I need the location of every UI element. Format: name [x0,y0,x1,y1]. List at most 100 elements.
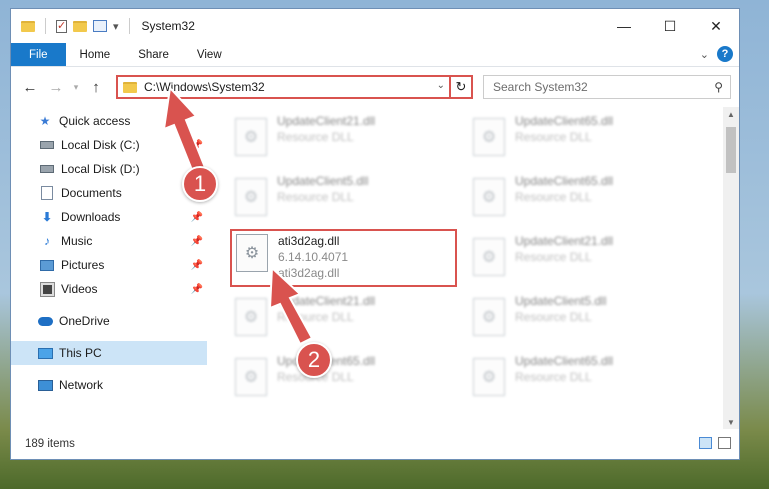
sidebar-item-downloads[interactable]: ⬇ Downloads 📌 [11,205,207,229]
drive-icon [40,141,54,149]
ribbon-tabs: File Home Share View ⌄ ? [11,43,739,67]
back-arrow-icon[interactable]: ← [17,79,43,96]
file-item[interactable]: ⚙ UpdateClient65.dllResource DLL [469,113,679,161]
dll-file-icon: ⚙ [473,178,505,216]
callout-badge-2: 2 [296,342,332,378]
search-icon: ⚲ [714,80,723,94]
file-item[interactable]: ⚙ UpdateClient21.dll Resource DLL [231,293,441,341]
folder-icon[interactable] [21,20,35,32]
pin-icon: 📌 [190,235,203,247]
dll-file-icon: ⚙ [235,118,267,156]
chevron-down-icon[interactable]: ⌄ [437,80,445,91]
callout-badge-1: 1 [182,166,218,202]
pin-icon: 📌 [190,211,203,223]
dll-file-icon: ⚙ [235,298,267,336]
address-field[interactable]: C:\Windows\System32 ⌄ ↻ [116,75,473,99]
dll-file-icon: ⚙ [235,358,267,396]
pictures-icon [40,259,54,271]
vertical-scrollbar[interactable]: ▲ ▼ [723,107,739,429]
dll-file-icon: ⚙ [473,358,505,396]
sidebar-item-documents[interactable]: Documents 📌 [11,181,207,205]
sidebar-item-network[interactable]: Network [11,373,207,397]
sidebar-item-label: Videos [61,282,98,296]
search-input[interactable]: Search System32 ⚲ [483,75,731,99]
sidebar-item-videos[interactable]: Videos 📌 [11,277,207,301]
pin-icon: 📌 [190,259,203,271]
help-icon[interactable]: ? [717,46,733,62]
file-item[interactable]: ⚙ UpdateClient65.dllResource DLL [469,353,679,401]
refresh-icon[interactable]: ↻ [449,75,471,99]
navigation-pane: ★ Quick access Local Disk (C:) 📌 Local D… [11,107,207,429]
minimize-button[interactable]: — [601,9,647,43]
sidebar-item-music[interactable]: ♪ Music 📌 [11,229,207,253]
file-item[interactable]: ⚙ UpdateClient65.dllResource DLL [469,173,679,221]
dll-file-icon: ⚙ [473,298,505,336]
sidebar-item-label: Local Disk (D:) [61,162,140,176]
tab-share[interactable]: Share [124,43,183,66]
content-area: ★ Quick access Local Disk (C:) 📌 Local D… [11,107,739,429]
item-count: 189 items [25,438,75,450]
dll-file-icon: ⚙ [235,178,267,216]
tab-view[interactable]: View [183,43,236,66]
folder-icon [123,81,137,93]
close-button[interactable]: ✕ [693,9,739,43]
sidebar-item-label: Quick access [59,114,131,128]
drive-icon [40,165,54,173]
sidebar-item-local-disk-c[interactable]: Local Disk (C:) 📌 [11,133,207,157]
pin-icon: 📌 [190,283,203,295]
address-bar-row: ← → ▾ ↑ C:\Windows\System32 ⌄ ↻ Search S… [11,67,739,107]
up-arrow-icon[interactable]: ↑ [83,79,109,96]
sidebar-item-label: This PC [59,346,102,360]
dll-file-icon: ⚙ [236,234,268,272]
download-arrow-icon: ⬇ [41,210,53,224]
toolbar-divider [128,18,130,34]
file-item[interactable]: ⚙ UpdateClient21.dll Resource DLL [469,233,679,281]
sidebar-item-local-disk-d[interactable]: Local Disk (D:) [11,157,207,181]
sidebar-item-label: Music [61,234,93,248]
network-icon [37,379,53,391]
maximize-button[interactable]: ☐ [647,9,693,43]
sidebar-item-label: Local Disk (C:) [61,138,140,152]
sidebar-item-this-pc[interactable]: This PC [11,341,207,365]
explorer-window: ▾ System32 — ☐ ✕ File Home Share View ⌄ … [10,8,740,460]
new-folder-icon[interactable] [73,20,87,32]
sidebar-item-onedrive[interactable]: OneDrive [11,309,207,333]
sidebar-item-label: Network [59,378,104,392]
file-list: ⚙ UpdateClient21.dll Resource DLL ⚙ Updat… [207,107,723,429]
recent-chevron-icon[interactable]: ▾ [69,82,83,93]
tab-file[interactable]: File [11,43,66,66]
onedrive-cloud-icon [37,316,53,326]
dll-file-icon: ⚙ [473,118,505,156]
computer-icon [37,347,53,359]
music-note-icon: ♪ [44,234,50,248]
sidebar-item-label: Pictures [61,258,105,272]
forward-arrow-icon[interactable]: → [43,79,69,96]
search-placeholder: Search System32 [493,80,588,94]
scroll-down-icon[interactable]: ▼ [723,415,739,429]
sidebar-item-quick-access[interactable]: ★ Quick access [11,109,207,133]
sidebar-item-label: OneDrive [59,314,110,328]
expand-ribbon-icon[interactable]: ⌄ [700,48,709,61]
file-item[interactable]: ⚙ UpdateClient21.dll Resource DLL [231,113,441,161]
toolbar-divider [45,18,46,34]
large-icons-view-icon[interactable] [718,437,731,449]
details-view-icon[interactable] [699,437,712,449]
sidebar-item-pictures[interactable]: Pictures 📌 [11,253,207,277]
star-icon: ★ [39,114,51,128]
chevron-down-icon[interactable]: ▾ [113,20,119,33]
customize-icon[interactable] [93,20,107,32]
properties-check-icon[interactable] [56,19,67,33]
pin-icon: 📌 [190,139,203,151]
file-item[interactable]: ⚙ UpdateClient5.dll Resource DLL [231,173,441,221]
title-bar: ▾ System32 — ☐ ✕ [11,9,739,43]
dll-file-icon: ⚙ [473,238,505,276]
file-version: 6.14.10.4071 [278,250,349,264]
tab-home[interactable]: Home [66,43,125,66]
sidebar-item-label: Downloads [61,210,121,224]
file-item-ati3d2ag[interactable]: ⚙ ati3d2ag.dll 6.14.10.4071 ati3d2ag.dll [230,229,457,287]
videos-icon [39,281,55,297]
file-item[interactable]: ⚙ UpdateClient5.dll Resource DLL [469,293,679,341]
scrollbar-thumb[interactable] [726,127,736,173]
scroll-up-icon[interactable]: ▲ [723,107,739,121]
file-item[interactable]: ⚙ UpdateClient65.dllResource DLL [231,353,441,401]
